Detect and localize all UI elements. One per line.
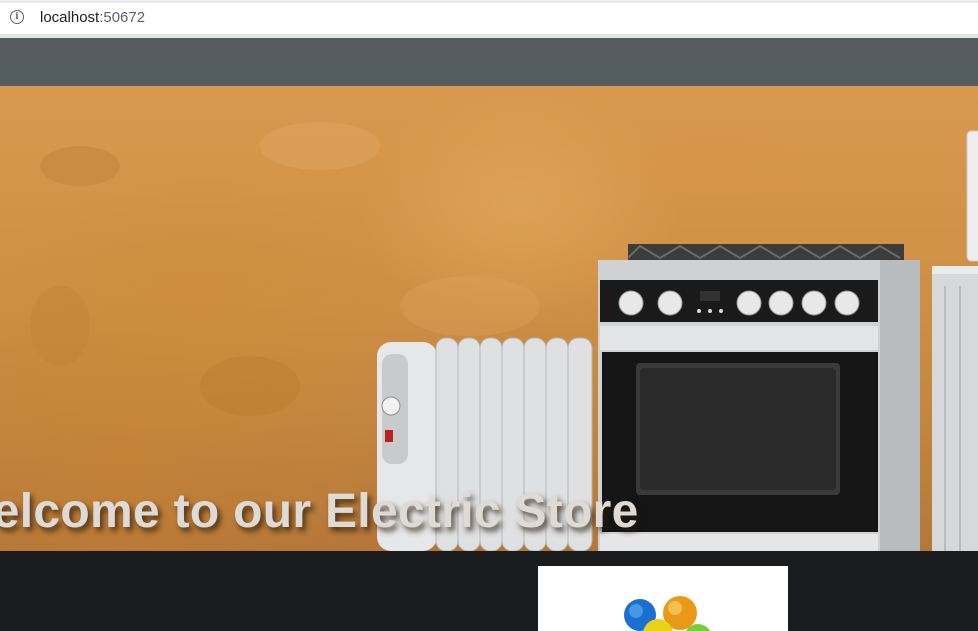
fridge-graphic bbox=[932, 130, 978, 551]
oven-graphic bbox=[598, 244, 920, 551]
url-field[interactable]: localhost:50672 bbox=[40, 9, 145, 27]
hero-appliances-image bbox=[30, 122, 978, 551]
logo-card bbox=[538, 566, 788, 631]
url-port: :50672 bbox=[99, 9, 146, 26]
hero-title: Welcome to our Electric Store bbox=[0, 485, 639, 538]
navbar bbox=[0, 38, 978, 86]
url-host: localhost bbox=[40, 9, 100, 26]
hero-banner: Welcome to our Electric Store bbox=[0, 86, 978, 551]
balloons-icon bbox=[624, 596, 711, 631]
content-section bbox=[0, 551, 978, 631]
browser-address-bar: i localhost:50672 bbox=[0, 0, 978, 38]
info-icon[interactable]: i bbox=[10, 10, 24, 24]
